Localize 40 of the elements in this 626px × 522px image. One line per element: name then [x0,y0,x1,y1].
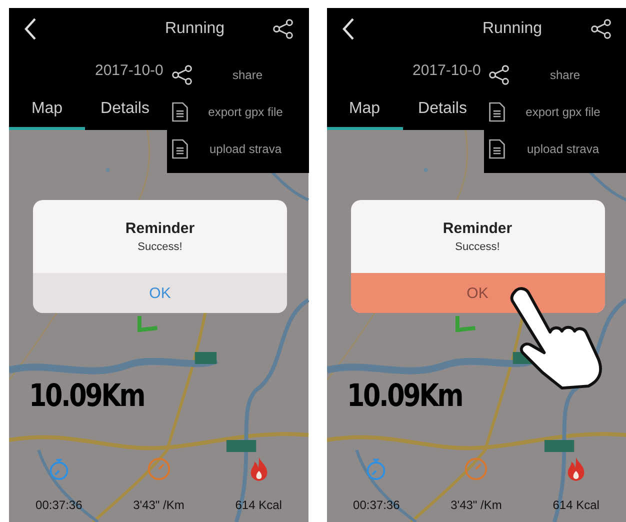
stat-value: 00:37:36 [36,498,82,512]
menu-item[interactable]: export gpx file [166,93,308,130]
menu-item[interactable]: export gpx file [484,93,626,130]
distance-value: 10.09Km [29,378,144,414]
flame-icon [248,456,269,482]
dialog-title: Reminder [442,220,514,237]
date-label: 2017-10-0 [95,62,164,78]
menu-item[interactable]: upload strava [166,130,308,167]
stat-value: 614 Kcal [235,498,282,512]
stat-value: 3'43" /Km [133,498,184,512]
share-icon[interactable] [170,64,192,86]
stopwatch-icon [365,456,388,482]
distance-value: 10.09Km [346,378,462,414]
target-icon [146,456,171,482]
menu-item[interactable]: share [166,56,308,93]
menu-item[interactable]: share [484,56,626,93]
share-icon[interactable] [488,64,510,86]
tab[interactable]: Details [402,90,482,130]
dialog-title: Reminder [124,220,196,237]
document-icon [170,102,188,122]
screen-title: Running [164,20,225,38]
tab[interactable]: Details [85,90,165,130]
share-icon[interactable] [272,18,294,40]
document-icon [170,138,188,158]
back-icon[interactable] [340,17,354,41]
share-icon[interactable] [590,18,612,40]
dialog-message: Success! [136,241,184,253]
flame-icon [566,456,586,482]
screen-title: Running [482,20,542,38]
document-icon [488,102,506,122]
document-icon [488,138,506,158]
stat-value: 00:37:36 [353,498,400,512]
dialog-message: Success! [454,241,501,253]
target-icon [464,456,488,482]
menu-item[interactable]: upload strava [484,130,626,167]
date-label: 2017-10-0 [412,62,481,78]
back-icon[interactable] [23,17,37,41]
stat-value: 614 Kcal [552,498,600,512]
stat-value: 3'43" /Km [450,498,502,512]
stopwatch-icon [48,456,70,482]
